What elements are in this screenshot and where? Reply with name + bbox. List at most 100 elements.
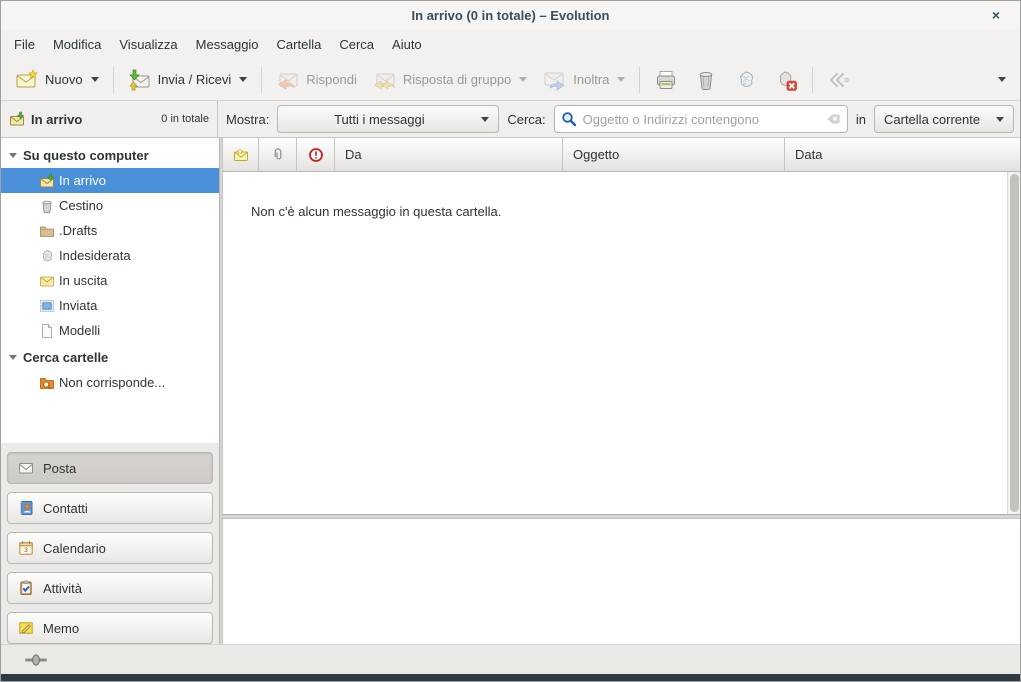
menu-cartella[interactable]: Cartella xyxy=(268,32,331,57)
outbox-icon xyxy=(39,273,55,289)
clear-search-icon[interactable] xyxy=(825,111,841,127)
menu-visualizza[interactable]: Visualizza xyxy=(110,32,186,57)
nav-back-icon xyxy=(827,68,851,92)
sidebar-item-inviata[interactable]: Inviata xyxy=(1,293,219,318)
toolbar-overflow-button[interactable] xyxy=(988,72,1014,87)
titlebar: In arrivo (0 in totale) – Evolution × xyxy=(1,1,1020,29)
menu-file[interactable]: File xyxy=(5,32,44,57)
switcher-posta-button[interactable]: Posta xyxy=(7,452,213,484)
message-filter-dropdown[interactable]: Tutti i messaggi xyxy=(277,105,499,133)
chevron-down-icon[interactable] xyxy=(239,77,247,82)
contacts-icon xyxy=(18,500,34,516)
not-junk-button[interactable] xyxy=(766,63,806,97)
junk-icon xyxy=(734,68,758,92)
search-scope-dropdown[interactable]: Cartella corrente xyxy=(874,105,1014,133)
message-list-scrollbar[interactable] xyxy=(1007,172,1020,514)
sidebar-item-label: Cestino xyxy=(59,198,103,213)
sidebar-item-indesiderata[interactable]: Indesiderata xyxy=(1,243,219,268)
toolbar-separator xyxy=(113,67,114,93)
expander-icon[interactable] xyxy=(9,153,17,158)
menu-aiuto[interactable]: Aiuto xyxy=(383,32,431,57)
mail-icon xyxy=(18,460,34,476)
group-label: Su questo computer xyxy=(23,148,149,163)
menu-modifica[interactable]: Modifica xyxy=(44,32,110,57)
sidebar-item-drafts[interactable]: .Drafts xyxy=(1,218,219,243)
chevron-down-icon[interactable] xyxy=(617,77,625,82)
sidebar-item-in-uscita[interactable]: In uscita xyxy=(1,268,219,293)
search-entry[interactable] xyxy=(554,105,848,133)
reply-icon xyxy=(276,68,300,92)
templates-icon xyxy=(39,323,55,339)
sidebar-item-label: Modelli xyxy=(59,323,100,338)
switcher-contatti-button[interactable]: Contatti xyxy=(7,492,213,524)
send-receive-label: Invia / Ricevi xyxy=(158,72,232,87)
column-data[interactable]: Data xyxy=(785,138,1007,172)
preview-pane xyxy=(223,519,1020,644)
tasks-icon xyxy=(18,580,34,596)
expander-icon[interactable] xyxy=(9,355,17,360)
sidebar-item-non-corrisponde[interactable]: Non corrisponde... xyxy=(1,370,219,395)
sidebar-item-label: Indesiderata xyxy=(59,248,131,263)
attachment-icon xyxy=(270,147,286,163)
menu-cerca[interactable]: Cerca xyxy=(330,32,383,57)
column-oggetto[interactable]: Oggetto xyxy=(563,138,785,172)
delete-button[interactable] xyxy=(686,63,726,97)
sidebar-item-label: In uscita xyxy=(59,273,107,288)
switcher-label: Memo xyxy=(43,621,79,636)
empty-folder-message: Non c'è alcun messaggio in questa cartel… xyxy=(223,172,1007,514)
new-button[interactable]: Nuovo xyxy=(7,63,107,97)
switcher-label: Calendario xyxy=(43,541,106,556)
close-button[interactable]: × xyxy=(986,5,1006,25)
send-receive-button[interactable]: Invia / Ricevi xyxy=(120,63,256,97)
sidebar-group-cerca-cartelle[interactable]: Cerca cartelle xyxy=(1,345,219,370)
print-button[interactable] xyxy=(646,63,686,97)
svg-text:3: 3 xyxy=(24,547,28,554)
inbox-icon xyxy=(39,173,55,189)
search-label: Cerca: xyxy=(507,112,545,127)
message-list-header: Da Oggetto Data xyxy=(223,138,1020,172)
sent-icon xyxy=(39,298,55,314)
previous-message-button[interactable] xyxy=(819,63,859,97)
send-receive-icon xyxy=(128,68,152,92)
calendar-icon: 3 xyxy=(18,540,34,556)
print-icon xyxy=(654,68,678,92)
column-label: Data xyxy=(795,147,822,162)
search-folder-icon xyxy=(39,375,55,391)
in-label: in xyxy=(856,112,866,127)
switcher-memo-button[interactable]: Memo xyxy=(7,612,213,644)
bottom-edge xyxy=(1,674,1020,681)
column-priority[interactable] xyxy=(297,138,335,172)
message-list-body: Non c'è alcun messaggio in questa cartel… xyxy=(223,172,1020,514)
forward-button[interactable]: Inoltra xyxy=(535,63,633,97)
search-input[interactable] xyxy=(583,112,819,127)
scrollbar-thumb[interactable] xyxy=(1010,174,1019,512)
sidebar-item-label: In arrivo xyxy=(59,173,106,188)
sidebar-group-this-computer[interactable]: Su questo computer xyxy=(1,143,219,168)
view-switcher: Posta Contatti xyxy=(1,443,219,644)
sidebar-item-in-arrivo[interactable]: In arrivo xyxy=(1,168,219,193)
memo-icon xyxy=(18,620,34,636)
column-da[interactable]: Da xyxy=(335,138,563,172)
chevron-down-icon[interactable] xyxy=(519,77,527,82)
window-title: In arrivo (0 in totale) – Evolution xyxy=(412,8,610,23)
reply-group-button[interactable]: Risposta di gruppo xyxy=(365,63,535,97)
menu-messaggio[interactable]: Messaggio xyxy=(187,32,268,57)
new-button-label: Nuovo xyxy=(45,72,83,87)
online-status-icon[interactable] xyxy=(25,654,47,666)
switcher-calendario-button[interactable]: 3 Calendario xyxy=(7,532,213,564)
reply-button[interactable]: Rispondi xyxy=(268,63,365,97)
column-attachment[interactable] xyxy=(259,138,297,172)
show-label: Mostra: xyxy=(226,112,269,127)
toolbar-separator xyxy=(261,67,262,93)
inbox-icon xyxy=(9,111,25,127)
sidebar-item-modelli[interactable]: Modelli xyxy=(1,318,219,343)
sidebar-item-cestino[interactable]: Cestino xyxy=(1,193,219,218)
sidebar-item-label: .Drafts xyxy=(59,223,97,238)
delete-icon xyxy=(694,68,718,92)
not-junk-icon xyxy=(774,68,798,92)
chevron-down-icon[interactable] xyxy=(91,77,99,82)
switcher-attivita-button[interactable]: Attività xyxy=(7,572,213,604)
junk-button[interactable] xyxy=(726,63,766,97)
column-status[interactable] xyxy=(223,138,259,172)
chevron-down-icon xyxy=(996,117,1004,122)
